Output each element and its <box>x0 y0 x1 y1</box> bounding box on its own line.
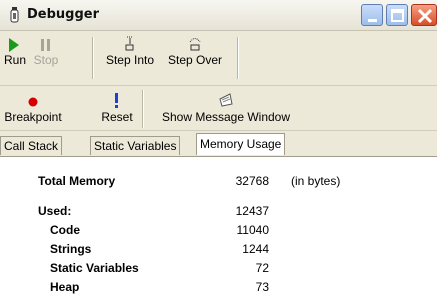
close-button[interactable] <box>411 4 437 26</box>
stop-button[interactable]: Stop <box>31 35 61 67</box>
memory-item-value: 11040 <box>236 223 269 237</box>
run-button[interactable]: Run <box>3 35 27 67</box>
breakpoint-label: Breakpoint <box>4 110 62 124</box>
step-over-icon <box>165 35 225 53</box>
debugger-app-icon <box>10 7 19 23</box>
step-over-label: Step Over <box>167 53 223 67</box>
step-into-button[interactable]: Step Into <box>102 35 158 67</box>
show-message-window-button[interactable]: Show Message Window <box>152 92 300 124</box>
show-message-window-label: Show Message Window <box>161 110 291 124</box>
total-memory-unit: (in bytes) <box>291 174 341 188</box>
stop-icon <box>31 35 61 53</box>
memory-item-value: 72 <box>255 261 269 275</box>
minimize-button[interactable] <box>361 4 383 26</box>
memory-item-value: 73 <box>255 280 269 294</box>
breakpoint-button[interactable]: Breakpoint <box>0 92 66 124</box>
total-memory-label: Total Memory <box>38 174 116 188</box>
toolbar-separator <box>142 90 144 128</box>
toolbar-separator <box>237 37 239 79</box>
debug-toolbar: Run Stop Step Into Step Over <box>0 31 437 86</box>
tab-memory-usage[interactable]: Memory Usage <box>196 133 286 155</box>
memory-item-row: Strings 1244 <box>0 242 437 260</box>
memory-item-label: Static Variables <box>50 261 139 275</box>
total-memory-value: 32768 <box>235 174 269 188</box>
reset-label: Reset <box>101 110 133 124</box>
memory-item-row: Code 11040 <box>0 223 437 241</box>
step-into-label: Step Into <box>105 53 155 67</box>
stop-label: Stop <box>33 53 59 67</box>
debugger-window: Debugger Run Stop Step Into Step Over Br… <box>0 0 437 305</box>
memory-usage-panel: Total Memory 32768 (in bytes) Used: 1243… <box>0 156 437 305</box>
title-bar[interactable]: Debugger <box>0 0 437 31</box>
memory-item-value: 1244 <box>242 242 269 256</box>
message-window-icon <box>152 92 300 110</box>
reset-icon <box>99 92 135 110</box>
run-label: Run <box>3 53 26 67</box>
breakpoint-icon <box>0 92 66 110</box>
memory-item-label: Strings <box>50 242 92 256</box>
maximize-button[interactable] <box>386 4 408 26</box>
run-icon <box>3 35 27 53</box>
used-memory-label: Used: <box>38 204 72 218</box>
debugger-tabs: Call Stack Static Variables Memory Usage <box>0 131 437 157</box>
breakpoint-toolbar: Breakpoint Reset Show Message Window <box>0 86 437 131</box>
memory-item-row: Heap 73 <box>0 280 437 298</box>
reset-button[interactable]: Reset <box>99 92 135 124</box>
window-title: Debugger <box>27 7 100 22</box>
total-memory-row: Total Memory 32768 (in bytes) <box>0 174 437 192</box>
memory-item-label: Heap <box>50 280 80 294</box>
tab-call-stack[interactable]: Call Stack <box>0 136 63 155</box>
used-memory-value: 12437 <box>235 204 269 218</box>
tab-static-variables[interactable]: Static Variables <box>90 136 181 155</box>
memory-item-row: Static Variables 72 <box>0 261 437 279</box>
memory-item-label: Code <box>50 223 80 237</box>
used-memory-row: Used: 12437 <box>0 204 437 222</box>
step-into-icon <box>102 35 158 53</box>
toolbar-separator <box>92 37 94 79</box>
step-over-button[interactable]: Step Over <box>165 35 225 67</box>
